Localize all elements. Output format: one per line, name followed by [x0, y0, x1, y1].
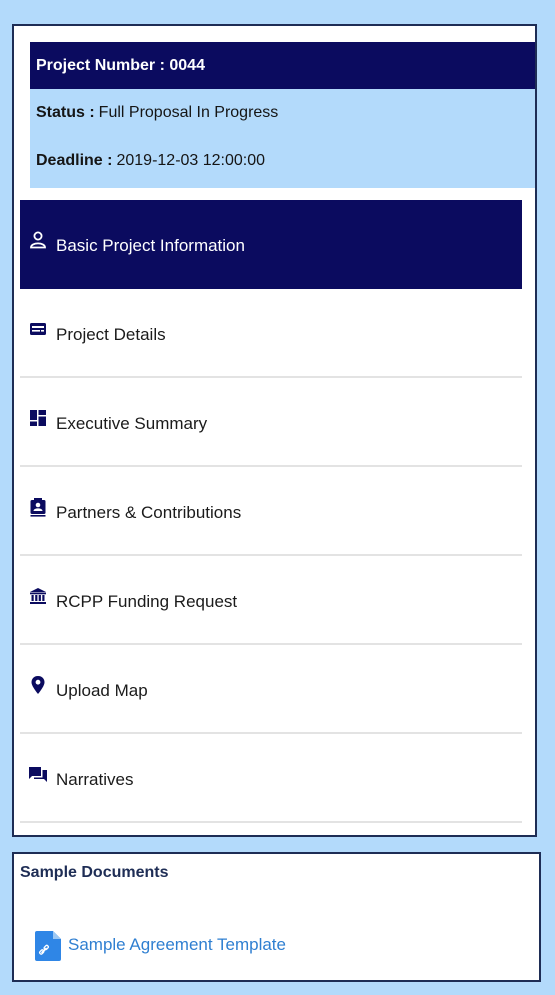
- nav-label: Project Details: [56, 324, 166, 344]
- bank-icon: [28, 586, 48, 606]
- status-row: Status : Full Proposal In Progress: [30, 89, 535, 137]
- location-pin-icon: [28, 675, 48, 695]
- file-link-icon: [34, 930, 62, 967]
- person-icon: [28, 230, 48, 250]
- project-info-box: Project Number : 0044 Status : Full Prop…: [30, 42, 535, 188]
- nav-label: Narratives: [56, 769, 134, 789]
- dashboard-icon: [28, 408, 48, 428]
- nav-label: Executive Summary: [56, 413, 208, 433]
- contact-card-icon: [28, 497, 48, 517]
- deadline-value: 2019-12-03 12:00:00: [116, 152, 266, 169]
- nav-item-narratives[interactable]: Narratives: [20, 734, 522, 823]
- nav-item-basic-project-information[interactable]: Basic Project Information: [20, 200, 522, 289]
- nav-label: Basic Project Information: [56, 235, 245, 255]
- document-link-label: Sample Agreement Template: [68, 934, 286, 954]
- nav-label: Upload Map: [56, 680, 148, 700]
- nav-label: RCPP Funding Request: [56, 591, 238, 611]
- project-number-header: Project Number : 0044: [30, 42, 535, 89]
- project-number-value: 0044: [169, 56, 205, 74]
- chat-icon: [28, 764, 48, 784]
- status-value: Full Proposal In Progress: [98, 104, 279, 121]
- project-navigation-panel: Project Number : 0044 Status : Full Prop…: [12, 24, 537, 837]
- deadline-label: Deadline :: [36, 152, 113, 169]
- card-icon: [28, 319, 48, 339]
- project-number-label: Project Number :: [36, 56, 165, 74]
- sample-documents-panel: Sample Documents Sample Agreement Templa…: [12, 852, 541, 982]
- nav-item-executive-summary[interactable]: Executive Summary: [20, 378, 522, 467]
- sample-documents-title: Sample Documents: [20, 864, 169, 881]
- nav-item-project-details[interactable]: Project Details: [20, 289, 522, 378]
- deadline-row: Deadline : 2019-12-03 12:00:00: [30, 137, 535, 185]
- document-link-sample-agreement-template[interactable]: Sample Agreement Template: [34, 930, 286, 967]
- nav-item-rcpp-funding-request[interactable]: RCPP Funding Request: [20, 556, 522, 645]
- status-label: Status :: [36, 104, 95, 121]
- section-nav: Basic Project Information Project Detail…: [20, 200, 522, 823]
- nav-label: Partners & Contributions: [56, 502, 242, 522]
- nav-item-upload-map[interactable]: Upload Map: [20, 645, 522, 734]
- nav-item-partners-contributions[interactable]: Partners & Contributions: [20, 467, 522, 556]
